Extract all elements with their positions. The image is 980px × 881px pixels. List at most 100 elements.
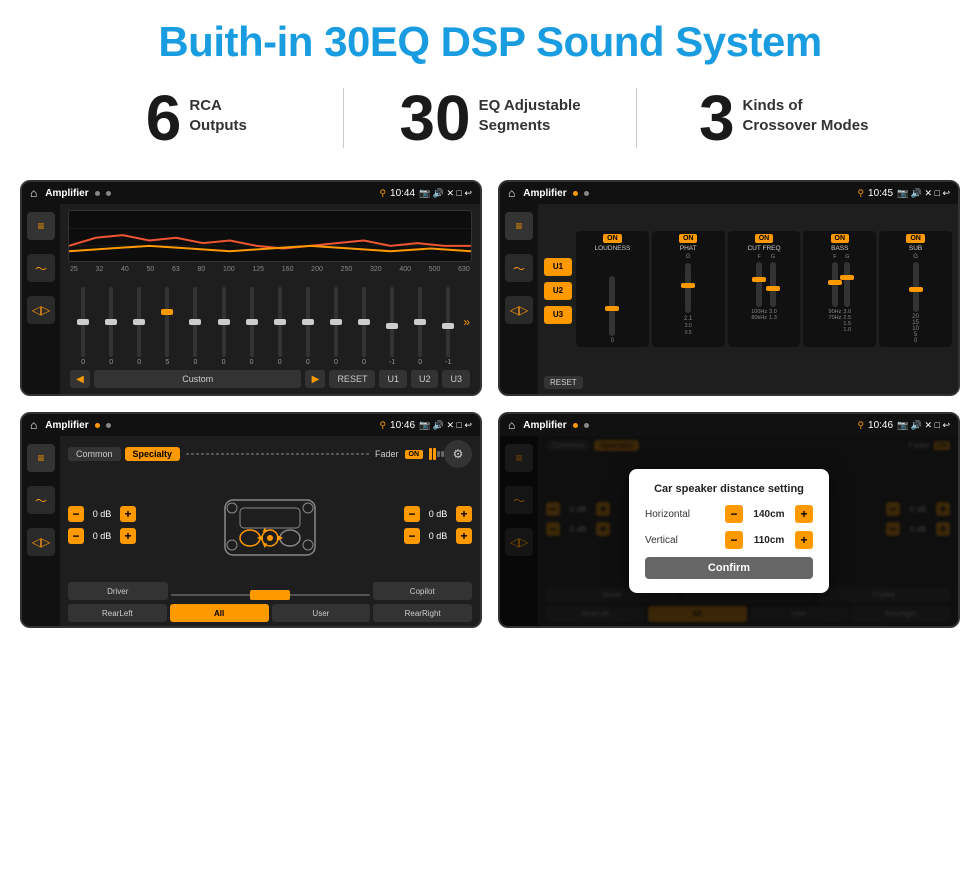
band-bass-on[interactable]: ON	[831, 234, 850, 243]
band-sub-on[interactable]: ON	[906, 234, 925, 243]
sidebar-eq-btn[interactable]: ≡	[27, 212, 55, 240]
vol-minus-fl[interactable]: −	[68, 506, 84, 522]
eq-slider-2[interactable]: 0	[126, 287, 152, 366]
cross-btn-rearright[interactable]: RearRight	[373, 604, 472, 622]
cross-fader-track	[171, 582, 370, 600]
eq-slider-8[interactable]: 0	[295, 287, 321, 366]
amp2-reset-btn[interactable]: RESET	[544, 376, 583, 389]
cross-screen: ⌂ Amplifier ⚲ 10:46 📷 🔊 ✕ □ ↩ ≡ 〜 ◁▷ Com…	[20, 412, 482, 628]
dialog-dot-1	[573, 423, 578, 428]
stat-text-eq: EQ AdjustableSegments	[479, 86, 581, 135]
fader-handle[interactable]	[250, 590, 290, 600]
dialog-confirm-btn[interactable]: Confirm	[645, 557, 813, 579]
band-cutfreq: ON CUT FREQ F 100Hz 80kHz G	[728, 231, 801, 347]
band-cutfreq-slider-g[interactable]	[770, 262, 776, 307]
vol-plus-rr[interactable]: +	[456, 528, 472, 544]
home-icon[interactable]: ⌂	[30, 186, 37, 200]
eq-slider-12[interactable]: 0	[407, 287, 433, 366]
band-phat: ON PHAT G 2.1 3.0 0.5	[652, 231, 725, 347]
vol-plus-fr[interactable]: +	[456, 506, 472, 522]
eq-slider-4[interactable]: 0	[182, 287, 208, 366]
dialog-status-bar: ⌂ Amplifier ⚲ 10:46 📷 🔊 ✕ □ ↩	[500, 414, 958, 436]
cross-settings-btn[interactable]: ⚙	[444, 440, 472, 468]
band-cutfreq-on[interactable]: ON	[755, 234, 774, 243]
cross-tab-specialty[interactable]: Specialty	[125, 447, 181, 461]
band-bass-slider-g[interactable]	[844, 262, 850, 307]
vol-plus-fl[interactable]: +	[120, 506, 136, 522]
eq-u2-btn[interactable]: U2	[411, 370, 439, 388]
eq-u1-btn[interactable]: U1	[379, 370, 407, 388]
band-loudness-on[interactable]: ON	[603, 234, 622, 243]
amp2-sidebar-speaker-btn[interactable]: ◁▷	[505, 296, 533, 324]
eq-prev-btn[interactable]: ◀	[70, 370, 90, 388]
svg-text:▶: ▶	[277, 533, 284, 542]
eq-freq-labels: 25 32 40 50 63 80 100 125 160 200 250 32…	[68, 266, 472, 273]
right-vol-controls: − 0 dB + − 0 dB +	[404, 472, 472, 578]
dialog-location-icon: ⚲	[857, 420, 864, 431]
cross-btn-all[interactable]: All	[170, 604, 269, 622]
eq-reset-btn[interactable]: RESET	[329, 370, 375, 388]
vol-minus-rr[interactable]: −	[404, 528, 420, 544]
eq-time: 10:44	[390, 188, 415, 199]
dialog-vertical-plus[interactable]: +	[795, 531, 813, 549]
cross-bottom-btns: Driver Copilot	[68, 582, 472, 600]
amp2-sidebar-wave-btn[interactable]: 〜	[505, 254, 533, 282]
band-bass-slider-f[interactable]	[832, 262, 838, 307]
amp2-sidebar: ≡ 〜 ◁▷	[500, 204, 538, 394]
band-phat-slider-g[interactable]	[685, 263, 691, 313]
eq-slider-7[interactable]: 0	[267, 287, 293, 366]
eq-slider-0[interactable]: 0	[70, 287, 96, 366]
amp2-main: U1 U2 U3 ON LOUDNESS 0	[538, 204, 958, 394]
eq-bottom-bar: ◀ Custom ▶ RESET U1 U2 U3	[68, 366, 472, 390]
eq-slider-10[interactable]: 0	[351, 287, 377, 366]
cross-sidebar-wave-btn[interactable]: 〜	[27, 486, 55, 514]
eq-slider-6[interactable]: 0	[239, 287, 265, 366]
eq-next-btn[interactable]: ▶	[305, 370, 325, 388]
amp2-status-bar: ⌂ Amplifier ⚲ 10:45 📷 🔊 ✕ □ ↩	[500, 182, 958, 204]
eq-u3-btn[interactable]: U3	[442, 370, 470, 388]
eq-slider-3[interactable]: 5	[154, 287, 180, 366]
band-cutfreq-slider-f[interactable]	[756, 262, 762, 307]
cross-btn-driver[interactable]: Driver	[68, 582, 168, 600]
preset-u1[interactable]: U1	[544, 258, 572, 276]
cross-tab-common[interactable]: Common	[68, 447, 121, 461]
dialog-horizontal-minus[interactable]: −	[725, 505, 743, 523]
cross-btn-copilot[interactable]: Copilot	[373, 582, 473, 600]
eq-slider-9[interactable]: 0	[323, 287, 349, 366]
fader-on-btn[interactable]: ON	[405, 450, 424, 459]
eq-more-arrow[interactable]: »	[463, 315, 470, 329]
eq-slider-11[interactable]: -1	[379, 287, 405, 366]
preset-u3[interactable]: U3	[544, 306, 572, 324]
eq-slider-13[interactable]: -1	[435, 287, 461, 366]
cross-sidebar-eq-btn[interactable]: ≡	[27, 444, 55, 472]
fader-label: Fader	[375, 449, 399, 459]
eq-content: ≡ 〜 ◁▷	[22, 204, 480, 394]
preset-u2[interactable]: U2	[544, 282, 572, 300]
cross-home-icon[interactable]: ⌂	[30, 418, 37, 432]
vol-minus-rl[interactable]: −	[68, 528, 84, 544]
cross-btn-rearleft[interactable]: RearLeft	[68, 604, 167, 622]
vol-plus-rl[interactable]: +	[120, 528, 136, 544]
stat-crossover: 3 Kinds ofCrossover Modes	[647, 86, 920, 150]
eq-slider-1[interactable]: 0	[98, 287, 124, 366]
amp2-sidebar-eq-btn[interactable]: ≡	[505, 212, 533, 240]
cross-time: 10:46	[390, 420, 415, 431]
band-loudness-slider[interactable]	[609, 276, 615, 336]
band-phat-on[interactable]: ON	[679, 234, 698, 243]
cross-sidebar-speaker-btn[interactable]: ◁▷	[27, 528, 55, 556]
dialog-box-title: Car speaker distance setting	[645, 483, 813, 495]
vol-value-rr: 0 dB	[424, 531, 452, 541]
cross-status-bar: ⌂ Amplifier ⚲ 10:46 📷 🔊 ✕ □ ↩	[22, 414, 480, 436]
band-sub-slider[interactable]	[913, 262, 919, 312]
eq-slider-5[interactable]: 0	[210, 287, 236, 366]
sidebar-speaker-btn[interactable]: ◁▷	[27, 296, 55, 324]
amp2-home-icon[interactable]: ⌂	[508, 186, 515, 200]
cross-content: ≡ 〜 ◁▷ Common Specialty Fader ON	[22, 436, 480, 626]
sidebar-wave-btn[interactable]: 〜	[27, 254, 55, 282]
dialog-home-icon[interactable]: ⌂	[508, 418, 515, 432]
dialog-horizontal-plus[interactable]: +	[795, 505, 813, 523]
cross-btn-user[interactable]: User	[272, 604, 371, 622]
fader-row: Fader ON	[375, 448, 444, 460]
vol-minus-fr[interactable]: −	[404, 506, 420, 522]
dialog-vertical-minus[interactable]: −	[725, 531, 743, 549]
